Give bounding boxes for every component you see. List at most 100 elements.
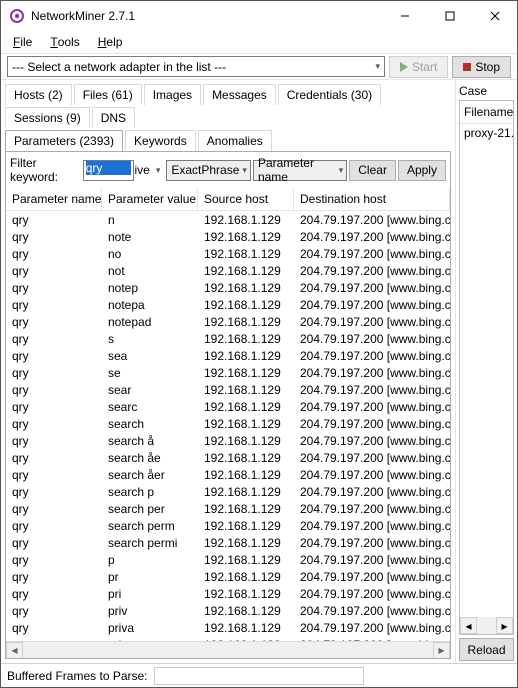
cell: search	[102, 417, 198, 431]
tab[interactable]: Keywords	[125, 130, 196, 151]
cell: 192.168.1.129	[198, 349, 294, 363]
cell: 192.168.1.129	[198, 230, 294, 244]
filter-column-select[interactable]: Parameter name ▾	[253, 160, 347, 181]
table-row[interactable]: qrynotepad192.168.1.129204.79.197.200 [w…	[6, 313, 450, 330]
table-row[interactable]: qrynote192.168.1.129204.79.197.200 [www.…	[6, 228, 450, 245]
close-button[interactable]	[472, 1, 517, 31]
app-icon	[9, 8, 25, 24]
reload-button[interactable]: Reload	[459, 638, 514, 661]
stop-label: Stop	[475, 60, 500, 74]
cell: qry	[6, 332, 102, 346]
cell: 192.168.1.129	[198, 281, 294, 295]
cell: 204.79.197.200 [www.bing.com]	[294, 264, 450, 278]
scroll-left-arrow-icon[interactable]: ◂	[6, 642, 23, 659]
tab[interactable]: Images	[144, 84, 201, 105]
tab[interactable]: DNS	[92, 107, 135, 128]
cell: qry	[6, 502, 102, 516]
tab[interactable]: Hosts (2)	[5, 84, 72, 105]
tab[interactable]: Sessions (9)	[5, 107, 90, 128]
tab[interactable]: Anomalies	[198, 130, 272, 151]
cell: search åer	[102, 468, 198, 482]
minimize-button[interactable]	[382, 1, 427, 31]
chevron-down-icon[interactable]: ▾	[156, 165, 161, 176]
col-source-host[interactable]: Source host	[198, 188, 294, 210]
table-row[interactable]: qrysearch permi192.168.1.129204.79.197.2…	[6, 534, 450, 551]
menu-file[interactable]: File	[13, 35, 32, 49]
case-col-filename[interactable]: Filename	[460, 101, 513, 124]
table-row[interactable]: qrypriva192.168.1.129204.79.197.200 [www…	[6, 619, 450, 636]
table-row[interactable]: qrynotepa192.168.1.129204.79.197.200 [ww…	[6, 296, 450, 313]
start-button[interactable]: Start	[389, 56, 448, 78]
table-row[interactable]: qrysearch å192.168.1.129204.79.197.200 […	[6, 432, 450, 449]
table-row[interactable]: qrysearch åe192.168.1.129204.79.197.200 …	[6, 449, 450, 466]
cell: 192.168.1.129	[198, 417, 294, 431]
stop-button[interactable]: Stop	[452, 56, 511, 78]
cell: priv	[102, 604, 198, 618]
cell: s	[102, 332, 198, 346]
cell: 204.79.197.200 [www.bing.com]	[294, 451, 450, 465]
maximize-button[interactable]	[427, 1, 472, 31]
table-row[interactable]: qryse192.168.1.129204.79.197.200 [www.bi…	[6, 364, 450, 381]
table-row[interactable]: qrysearch åer192.168.1.129204.79.197.200…	[6, 466, 450, 483]
grid-body[interactable]: qryn192.168.1.129204.79.197.200 [www.bin…	[6, 211, 450, 641]
cell: 192.168.1.129	[198, 298, 294, 312]
tab[interactable]: Credentials (30)	[278, 84, 381, 105]
cell: qry	[6, 451, 102, 465]
table-row[interactable]: qrysearch192.168.1.129204.79.197.200 [ww…	[6, 415, 450, 432]
filter-mode-text: ExactPhrase	[171, 163, 239, 177]
tab[interactable]: Messages	[203, 84, 276, 105]
cell: 192.168.1.129	[198, 315, 294, 329]
menu-tools[interactable]: Tools	[50, 35, 79, 49]
filter-keyword-field[interactable]	[86, 161, 132, 175]
table-row[interactable]: qrypriv192.168.1.129204.79.197.200 [www.…	[6, 602, 450, 619]
cell: qry	[6, 264, 102, 278]
table-row[interactable]: qrypri192.168.1.129204.79.197.200 [www.b…	[6, 585, 450, 602]
case-item[interactable]: proxy-21.	[460, 124, 513, 142]
cell: qry	[6, 281, 102, 295]
table-row[interactable]: qrys192.168.1.129204.79.197.200 [www.bin…	[6, 330, 450, 347]
table-row[interactable]: qrysea192.168.1.129204.79.197.200 [www.b…	[6, 347, 450, 364]
filter-keyword-input[interactable]	[83, 160, 135, 181]
tab[interactable]: Parameters (2393)	[5, 130, 123, 151]
table-row[interactable]: qrypr192.168.1.129204.79.197.200 [www.bi…	[6, 568, 450, 585]
table-row[interactable]: qrysearch perm192.168.1.129204.79.197.20…	[6, 517, 450, 534]
table-row[interactable]: qrysearch p192.168.1.129204.79.197.200 […	[6, 483, 450, 500]
col-parameter-value[interactable]: Parameter value	[102, 188, 198, 210]
adapter-select[interactable]: --- Select a network adapter in the list…	[7, 56, 385, 77]
scroll-track[interactable]	[23, 642, 433, 659]
table-row[interactable]: qrysearc192.168.1.129204.79.197.200 [www…	[6, 398, 450, 415]
window-title: NetworkMiner 2.7.1	[31, 9, 382, 23]
apply-button[interactable]: Apply	[398, 160, 446, 181]
col-parameter-name[interactable]: Parameter name	[6, 188, 102, 210]
cell: 204.79.197.200 [www.bing.com]	[294, 587, 450, 601]
menu-help[interactable]: Help	[98, 35, 123, 49]
table-row[interactable]: qryp192.168.1.129204.79.197.200 [www.bin…	[6, 551, 450, 568]
cell: 204.79.197.200 [www.bing.com]	[294, 434, 450, 448]
adapter-toolbar: --- Select a network adapter in the list…	[1, 53, 517, 79]
cell: sea	[102, 349, 198, 363]
case-hscrollbar[interactable]: ◂ ▸	[460, 617, 513, 634]
table-row[interactable]: qryn192.168.1.129204.79.197.200 [www.bin…	[6, 211, 450, 228]
clear-button[interactable]: Clear	[349, 160, 396, 181]
statusbar: Buffered Frames to Parse:	[1, 663, 517, 687]
titlebar: NetworkMiner 2.7.1	[1, 1, 517, 31]
table-row[interactable]: qryno192.168.1.129204.79.197.200 [www.bi…	[6, 245, 450, 262]
table-row[interactable]: qrysearch per192.168.1.129204.79.197.200…	[6, 500, 450, 517]
cell: 204.79.197.200 [www.bing.com]	[294, 281, 450, 295]
cell: 192.168.1.129	[198, 264, 294, 278]
table-row[interactable]: qrynotep192.168.1.129204.79.197.200 [www…	[6, 279, 450, 296]
cell: 204.79.197.200 [www.bing.com]	[294, 315, 450, 329]
cell: qry	[6, 553, 102, 567]
grid-hscrollbar[interactable]: ◂ ▸	[6, 641, 450, 658]
table-row[interactable]: qrynot192.168.1.129204.79.197.200 [www.b…	[6, 262, 450, 279]
filter-mode-select[interactable]: ExactPhrase ▾	[166, 160, 251, 181]
cell: search per	[102, 502, 198, 516]
col-destination-host[interactable]: Destination host	[294, 188, 450, 210]
cell: 204.79.197.200 [www.bing.com]	[294, 502, 450, 516]
tab[interactable]: Files (61)	[74, 84, 142, 105]
scroll-right-arrow-icon[interactable]: ▸	[433, 642, 450, 659]
table-row[interactable]: qrysear192.168.1.129204.79.197.200 [www.…	[6, 381, 450, 398]
cell: 204.79.197.200 [www.bing.com]	[294, 570, 450, 584]
stop-icon	[463, 63, 471, 71]
filter-row: Filter keyword: ive ▾ ExactPhrase ▾ Para…	[6, 152, 450, 188]
